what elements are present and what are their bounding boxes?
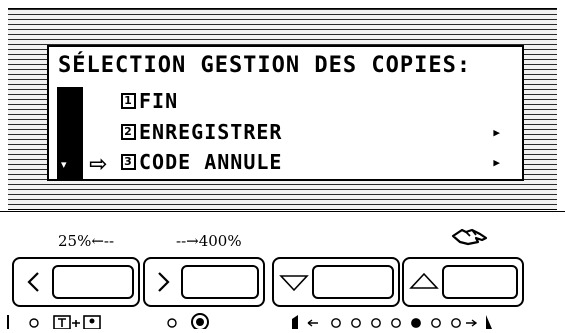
submenu-arrow-icon: ▶ bbox=[493, 125, 501, 139]
chevron-left-icon bbox=[20, 259, 46, 305]
status-indicator-row bbox=[0, 311, 565, 331]
triangle-down-icon bbox=[278, 259, 310, 305]
item-number-3: 3 bbox=[121, 154, 136, 170]
cursor-mark: ▾ bbox=[61, 158, 67, 171]
key-window bbox=[52, 265, 134, 299]
key-window bbox=[312, 265, 394, 299]
exposure-dot bbox=[331, 318, 341, 328]
item-number-2: 2 bbox=[121, 124, 136, 140]
chevron-right-icon bbox=[151, 259, 177, 305]
menu-item-enregistrer[interactable]: 2 ENREGISTRER ▶ bbox=[121, 120, 511, 144]
key-window bbox=[442, 265, 518, 299]
divider bbox=[0, 211, 565, 212]
menu-item-label: CODE ANNULE bbox=[139, 150, 283, 174]
item-number-1: 1 bbox=[121, 93, 136, 109]
menu-item-label: ENREGISTRER bbox=[139, 120, 283, 144]
exposure-dot bbox=[351, 318, 361, 328]
exposure-dot bbox=[371, 318, 381, 328]
exposure-dot bbox=[451, 318, 461, 328]
dark-icon bbox=[486, 315, 492, 329]
lcd-display: SÉLECTION GESTION DES COPIES: ▾ ⇨ 1 FIN … bbox=[8, 8, 557, 210]
zoom-min-label: 25%←-- bbox=[58, 232, 115, 250]
exposure-dot bbox=[411, 318, 421, 328]
zoom-max-label: --→400% bbox=[176, 232, 242, 250]
key-window bbox=[181, 265, 259, 299]
triangle-up-icon bbox=[408, 259, 440, 305]
lcd-screen: SÉLECTION GESTION DES COPIES: ▾ ⇨ 1 FIN … bbox=[47, 45, 524, 181]
hand-icon bbox=[450, 226, 490, 252]
screen-title: SÉLECTION GESTION DES COPIES: bbox=[58, 53, 472, 78]
submenu-arrow-icon: ▶ bbox=[493, 155, 501, 169]
menu-item-code-annule[interactable]: 3 CODE ANNULE ▶ bbox=[121, 150, 511, 174]
exposure-dot bbox=[431, 318, 441, 328]
control-panel: SÉLECTION GESTION DES COPIES: ▾ ⇨ 1 FIN … bbox=[0, 0, 565, 331]
exposure-dot bbox=[391, 318, 401, 328]
arrow-right-icon bbox=[466, 319, 478, 327]
cursor-arrow-icon: ⇨ bbox=[89, 152, 108, 177]
menu-item-fin[interactable]: 1 FIN bbox=[121, 89, 178, 113]
arrow-up-button[interactable] bbox=[402, 257, 524, 307]
zoom-down-button[interactable] bbox=[12, 257, 140, 307]
arrow-down-button[interactable] bbox=[272, 257, 400, 307]
menu-item-label: FIN bbox=[139, 89, 179, 113]
zoom-up-button[interactable] bbox=[143, 257, 265, 307]
